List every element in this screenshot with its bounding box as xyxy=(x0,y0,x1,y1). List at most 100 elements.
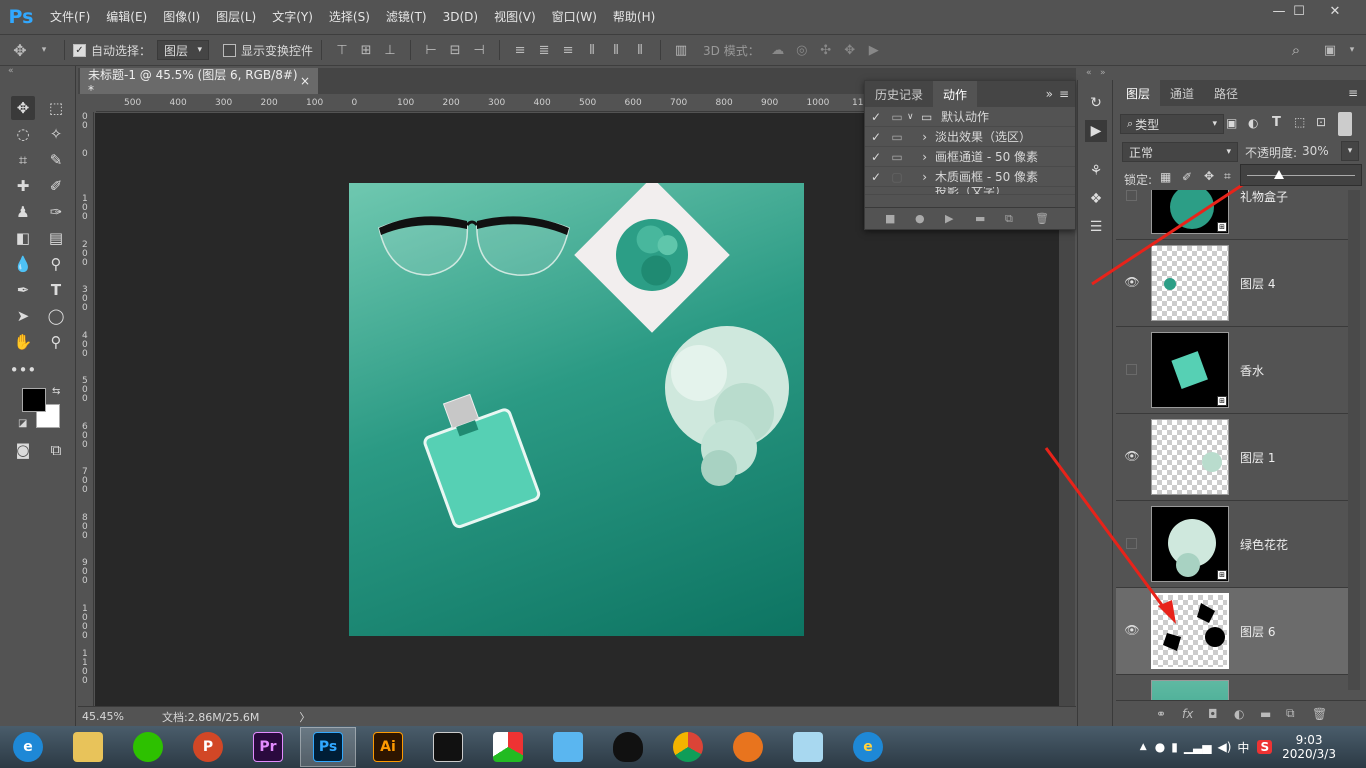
menu-file[interactable]: 文件(F) xyxy=(42,0,98,34)
taskbar-ie[interactable]: e xyxy=(0,727,56,767)
menu-layer[interactable]: 图层(L) xyxy=(208,0,264,34)
ellipse-tool-icon[interactable]: ◯ xyxy=(44,304,68,328)
lasso-tool-icon[interactable]: ◌ xyxy=(11,122,35,146)
3d-drag-icon[interactable]: ✣ xyxy=(816,40,836,60)
menu-type[interactable]: 文字(Y) xyxy=(264,0,321,34)
eye-icon[interactable]: 👁 xyxy=(1124,622,1140,638)
check-icon[interactable]: ✓ xyxy=(865,130,887,144)
chevron-down-icon[interactable]: ▾ xyxy=(1342,40,1362,60)
action-row[interactable]: ✓ ▭ › 淡出效果（选区） xyxy=(865,127,1075,147)
folder-icon[interactable]: ▬ xyxy=(975,212,1005,225)
document-tab[interactable]: 未标题-1 @ 45.5% (图层 6, RGB/8#) * × xyxy=(80,68,318,97)
eye-icon[interactable]: 👁 xyxy=(1124,448,1140,464)
distribute-bottom-icon[interactable]: ≡ xyxy=(558,40,578,60)
eraser-tool-icon[interactable]: ◧ xyxy=(11,226,35,250)
dialog-toggle-icon[interactable]: ▭ xyxy=(887,130,907,144)
tab-paths[interactable]: 路径 xyxy=(1204,80,1248,106)
3d-roll-icon[interactable]: ◎ xyxy=(792,40,812,60)
taskbar-teambition[interactable] xyxy=(540,727,596,767)
lock-pixels-icon[interactable]: ✐ xyxy=(1182,170,1192,184)
brush-tool-icon[interactable]: ✐ xyxy=(44,174,68,198)
screen-mode-icon[interactable]: ⧉ xyxy=(44,438,68,462)
opacity-slider-thumb[interactable] xyxy=(1274,170,1285,179)
swap-colors-icon[interactable]: ⇆ xyxy=(52,386,60,397)
auto-align-icon[interactable]: ▥ xyxy=(671,40,691,60)
chevron-down-icon[interactable]: ∨ xyxy=(907,112,921,122)
zoom-level[interactable]: 45.45% xyxy=(82,710,162,723)
tab-actions[interactable]: 动作 xyxy=(933,81,978,107)
dialog-toggle-icon[interactable]: ▢ xyxy=(887,170,907,184)
magic-wand-tool-icon[interactable]: ✧ xyxy=(44,122,68,146)
collapse-icon[interactable]: « xyxy=(8,66,14,76)
taskbar-explorer[interactable] xyxy=(60,727,116,767)
clone-stamp-tool-icon[interactable]: ♟ xyxy=(11,200,35,224)
volume-icon[interactable]: ◀) xyxy=(1218,740,1232,754)
distribute-left-icon[interactable]: ⦀ xyxy=(582,40,602,60)
adjustment-layer-icon[interactable]: ◐ xyxy=(1234,707,1260,721)
chevron-right-icon[interactable]: › xyxy=(907,130,935,144)
search-icon[interactable]: ⌕ xyxy=(1286,40,1306,60)
3d-rotate-icon[interactable]: ☁ xyxy=(768,40,788,60)
menu-help[interactable]: 帮助(H) xyxy=(605,0,663,34)
menu-image[interactable]: 图像(I) xyxy=(155,0,208,34)
visibility-toggle[interactable] xyxy=(1126,538,1137,549)
layer-row[interactable]: ⊞ 香水 xyxy=(1116,327,1348,414)
document-canvas[interactable] xyxy=(349,183,804,636)
marquee-tool-icon[interactable]: ⬚ xyxy=(44,96,68,120)
lock-artboard-icon[interactable]: ⌗ xyxy=(1224,169,1231,184)
align-bottom-icon[interactable]: ⊥ xyxy=(380,40,400,60)
show-transform-checkbox[interactable] xyxy=(223,43,237,57)
hand-tool-icon[interactable]: ✋ xyxy=(11,330,35,354)
action-row[interactable]: ✓ ▭ › 画框通道 - 50 像素 xyxy=(865,147,1075,167)
taskbar-edge[interactable]: e xyxy=(840,727,896,767)
panel-menu-icon[interactable]: ≡ xyxy=(1059,81,1069,107)
layer-name[interactable]: 绿色花花 xyxy=(1240,536,1288,553)
chevron-down-icon[interactable]: ▾ xyxy=(34,40,54,60)
layer-row[interactable]: ⊞ 绿色花花 xyxy=(1116,501,1348,588)
qq-tray-icon[interactable]: ● xyxy=(1155,740,1165,754)
collapse-icon[interactable]: » xyxy=(1100,68,1106,78)
move-tool-icon[interactable]: ✥ xyxy=(10,40,30,60)
layer-row-selected[interactable]: 👁 图层 6 xyxy=(1116,588,1348,675)
tab-channels[interactable]: 通道 xyxy=(1160,80,1204,106)
check-icon[interactable]: ✓ xyxy=(865,110,887,124)
filter-adjustment-icon[interactable]: ◐ xyxy=(1248,116,1258,130)
history-panel-icon[interactable]: ↻ xyxy=(1085,92,1107,114)
menu-select[interactable]: 选择(S) xyxy=(321,0,378,34)
layer-row[interactable] xyxy=(1116,675,1348,700)
filter-type-icon[interactable]: T xyxy=(1272,115,1281,130)
clock[interactable]: 9:03 2020/3/3 xyxy=(1282,733,1336,761)
layer-row[interactable]: 👁 图层 1 xyxy=(1116,414,1348,501)
opacity-slider-popup[interactable] xyxy=(1240,164,1362,186)
menu-3d[interactable]: 3D(D) xyxy=(435,0,486,34)
3d-slide-icon[interactable]: ✥ xyxy=(840,40,860,60)
action-row[interactable]: ✓ ▢ › 木质画框 - 50 像素 xyxy=(865,167,1075,187)
new-action-icon[interactable]: ⧉ xyxy=(1005,212,1035,226)
distribute-vcenter-icon[interactable]: ≣ xyxy=(534,40,554,60)
move-tool-icon[interactable]: ✥ xyxy=(11,96,35,120)
tab-history[interactable]: 历史记录 xyxy=(865,81,933,107)
taskbar-illustrator[interactable]: Ai xyxy=(360,727,416,767)
auto-select-checkbox[interactable]: ✓ xyxy=(73,43,86,57)
action-row[interactable]: ✓ ▭ ∨ ▭ 默认动作 xyxy=(865,107,1075,127)
lock-position-icon[interactable]: ✥ xyxy=(1204,169,1214,183)
actions-panel-icon[interactable]: ▶ xyxy=(1085,120,1107,142)
status-menu-arrow[interactable]: 〉 xyxy=(299,709,310,725)
chevron-down-icon[interactable]: ▾ xyxy=(1341,141,1359,161)
collapse-icon[interactable]: « xyxy=(1086,68,1092,78)
network-icon[interactable]: ▮ xyxy=(1171,740,1178,754)
align-left-icon[interactable]: ⊢ xyxy=(421,40,441,60)
filter-smart-object-icon[interactable]: ⊡ xyxy=(1316,115,1326,129)
link-layers-icon[interactable]: ⚭ xyxy=(1156,707,1182,721)
maximize-button[interactable]: ☐ xyxy=(1280,0,1318,22)
more-tools-icon[interactable]: ••• xyxy=(10,358,37,382)
taskbar-app[interactable] xyxy=(480,727,536,767)
blur-tool-icon[interactable]: 💧 xyxy=(11,252,35,276)
show-hidden-icons[interactable]: ▲ xyxy=(1140,742,1147,752)
dodge-tool-icon[interactable]: ⚲ xyxy=(44,252,68,276)
lock-transparency-icon[interactable]: ▦ xyxy=(1160,170,1171,184)
3d-camera-icon[interactable]: ▶ xyxy=(864,40,884,60)
close-tab-icon[interactable]: × xyxy=(300,74,310,88)
taskbar-powerpoint[interactable]: P xyxy=(180,727,236,767)
filter-shape-icon[interactable]: ⬚ xyxy=(1294,115,1305,129)
